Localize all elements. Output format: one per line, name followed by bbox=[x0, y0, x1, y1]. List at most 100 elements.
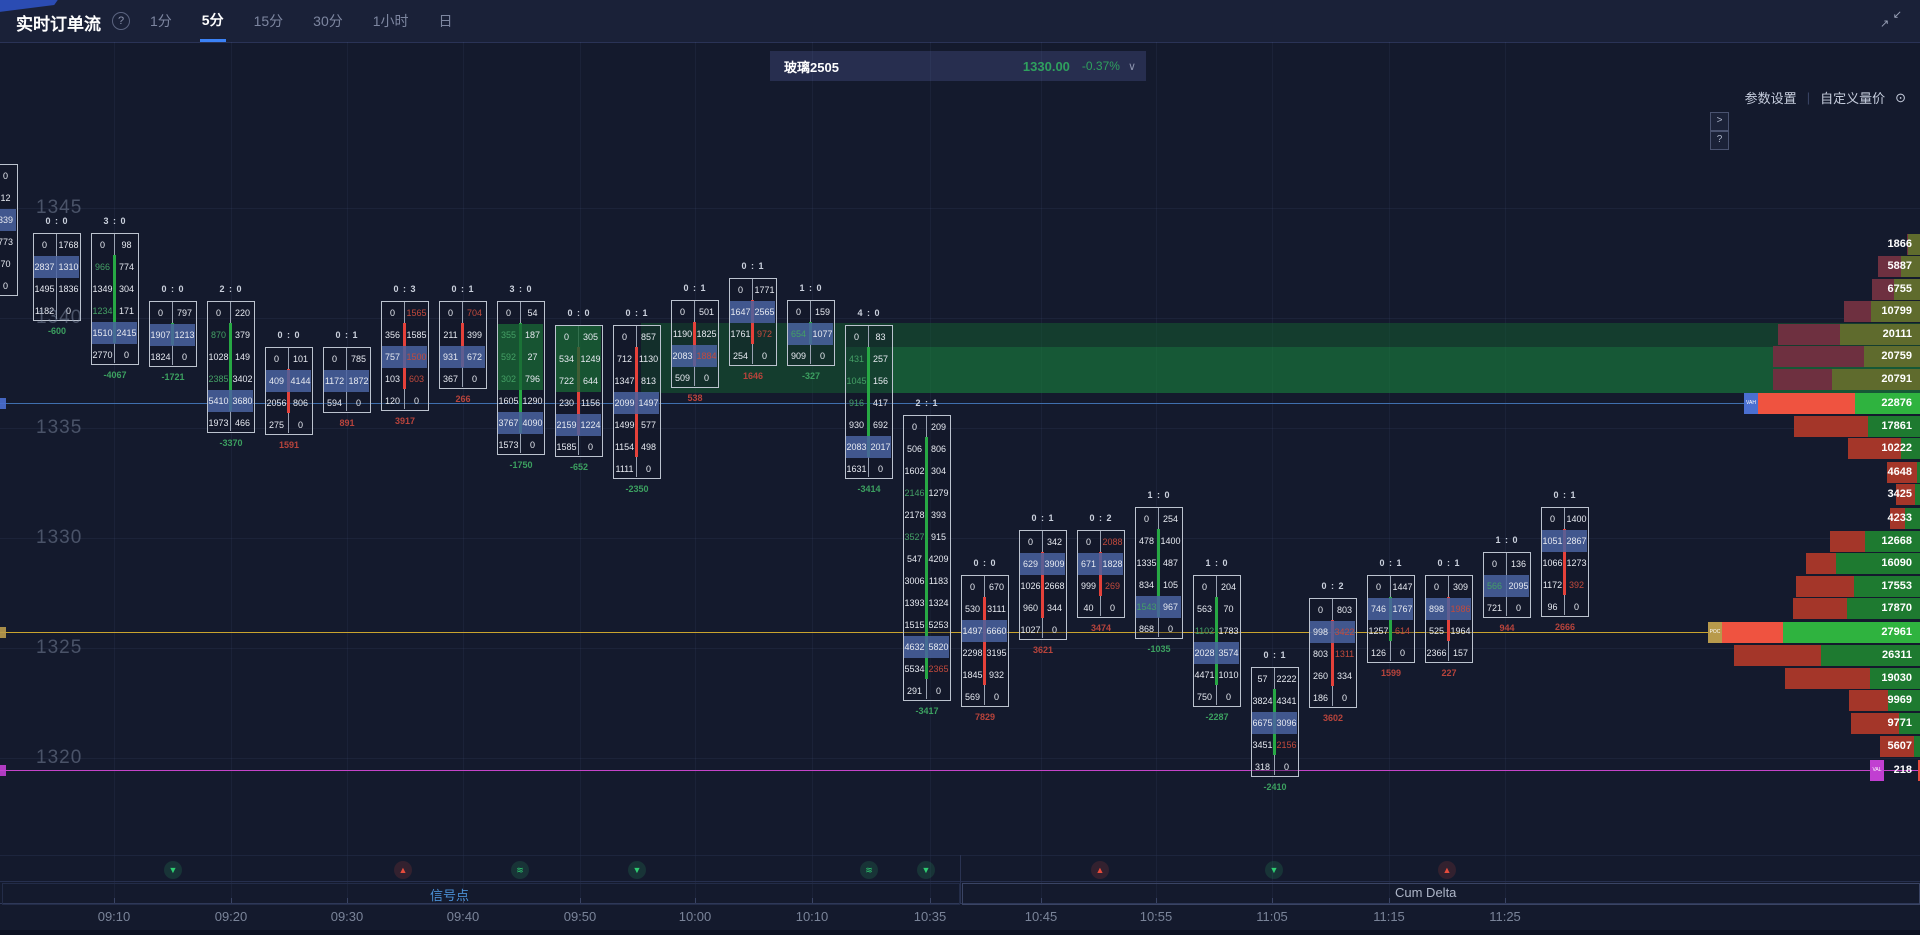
footprint-candle[interactable]: 0140010512867106612731172392960 bbox=[1541, 507, 1589, 617]
candle-row: 5474209 bbox=[904, 548, 949, 570]
footprint-candle[interactable]: 0101409414420568062750 bbox=[265, 347, 313, 435]
footprint-candle[interactable]: 013656620957210 bbox=[1483, 552, 1531, 618]
footprint-candle[interactable]: 0785117218725940 bbox=[323, 347, 371, 413]
candle-row: 4094144 bbox=[266, 370, 311, 392]
cumdelta-panel-label[interactable]: Cum Delta bbox=[1395, 885, 1456, 900]
footprint-candle[interactable]: 07042113999316723670 bbox=[439, 301, 487, 389]
candle-row: 0857 bbox=[614, 326, 659, 348]
signal-down-icon: ▼ bbox=[628, 861, 646, 879]
footprint-candle[interactable]: 0803998342280313112603341860 bbox=[1309, 598, 1357, 708]
signal-panel-label[interactable]: 信号点 bbox=[430, 885, 469, 904]
ask-cell: 156 bbox=[870, 370, 891, 392]
candle-row: 5940 bbox=[324, 392, 369, 414]
ask-cell: 0 bbox=[116, 344, 137, 366]
candle-row: 2056806 bbox=[266, 392, 311, 414]
ask-cell: 1771 bbox=[754, 279, 775, 301]
level-line-endcap bbox=[0, 627, 6, 638]
ask-cell: 70 bbox=[1218, 598, 1239, 620]
ask-cell: 1324 bbox=[928, 592, 949, 614]
footprint-candle[interactable]: 0857712113013478132099149714995771154498… bbox=[613, 325, 661, 479]
footprint-candle[interactable]: 02544781400133548783410515439678680 bbox=[1135, 507, 1183, 639]
candle-delta-total: 1646 bbox=[723, 371, 783, 381]
bid-cell: 2385 bbox=[208, 368, 229, 390]
bid-cell: 998 bbox=[1310, 621, 1331, 643]
bid-cell: 0 bbox=[150, 302, 171, 324]
ask-cell: 0 bbox=[406, 390, 427, 412]
candle-row: 916417 bbox=[846, 392, 891, 414]
bid-cell: 1257 bbox=[1368, 620, 1389, 642]
candle-row: 7121130 bbox=[614, 348, 659, 370]
imbalance-header: 1 : 0 bbox=[1477, 535, 1537, 545]
ask-cell: 0 bbox=[348, 392, 369, 414]
candle-row: 0101 bbox=[266, 348, 311, 370]
footprint-candle[interactable]: 06705303111149766602298319518459325690 bbox=[961, 575, 1009, 707]
bid-cell: 120 bbox=[382, 390, 403, 412]
bid-cell: 2083 bbox=[672, 345, 693, 367]
candle-delta-total: 2666 bbox=[1535, 622, 1595, 632]
footprint-candle[interactable]: 050111901825208318845090 bbox=[671, 300, 719, 388]
footprint-candle[interactable]: 015965410779090 bbox=[787, 300, 835, 366]
footprint-candle[interactable]: 0220870379102814923853402541036801973466 bbox=[207, 301, 255, 433]
profile-sell-bar bbox=[1758, 393, 1855, 414]
footprint-candle[interactable]: 07971907121318240 bbox=[149, 301, 197, 367]
footprint-candle[interactable]: 020886711828999269400 bbox=[1077, 530, 1125, 618]
profile-sell-bar bbox=[1773, 346, 1864, 367]
bid-cell: 0 bbox=[788, 301, 809, 323]
footprint-candle[interactable]: 0543551875922730279616051290376740901573… bbox=[497, 301, 545, 455]
candle-row: 0 bbox=[0, 165, 16, 187]
footprint-candle[interactable]: 0305534124972264423011562159122415850 bbox=[555, 325, 603, 457]
footprint-candle[interactable]: 0309898198652519642366157 bbox=[1425, 575, 1473, 663]
candle-row: 44711010 bbox=[1194, 664, 1239, 686]
profile-value: 9969 bbox=[1888, 690, 1912, 711]
bid-cell: 3451 bbox=[1252, 734, 1273, 756]
footprint-candle[interactable]: 034262939091026266896034410270 bbox=[1019, 530, 1067, 640]
ask-cell: 342 bbox=[1044, 531, 1065, 553]
footprint-candle[interactable]: 098966774134930412341711510241527700 bbox=[91, 233, 139, 365]
collapse-panel-button[interactable]: > bbox=[1710, 112, 1729, 131]
ask-cell: 187 bbox=[522, 324, 543, 346]
profile-sell-bar bbox=[1806, 553, 1836, 574]
candle-row: 2366157 bbox=[1426, 642, 1471, 664]
profile-value: 17870 bbox=[1881, 598, 1912, 619]
candle-row: 0 bbox=[0, 275, 16, 297]
time-axis-label: 09:50 bbox=[564, 909, 597, 924]
candle-row: 2910 bbox=[904, 680, 949, 702]
profile-sell-bar bbox=[1796, 576, 1854, 597]
bid-cell: 4471 bbox=[1194, 664, 1215, 686]
price-axis-label: 1345 bbox=[36, 197, 82, 219]
bid-cell: 186 bbox=[1310, 687, 1331, 709]
candle-row: 55342365 bbox=[904, 658, 949, 680]
bid-cell: 1907 bbox=[150, 324, 171, 346]
profile-sell-bar bbox=[1734, 645, 1822, 666]
profile-sell-bar bbox=[1794, 416, 1869, 437]
ask-cell: 1010 bbox=[1218, 664, 1239, 686]
ask-cell: 672 bbox=[464, 346, 485, 368]
footprint-candle[interactable]: 017711647256517619722540 bbox=[729, 278, 777, 366]
candle-row: 5690 bbox=[962, 686, 1007, 708]
candle-row: 70 bbox=[0, 253, 16, 275]
ask-cell: 1213 bbox=[174, 324, 195, 346]
imbalance-header: 0 : 1 bbox=[433, 284, 493, 294]
footprint-candle[interactable]: 5722223824434166753096345121563180 bbox=[1251, 667, 1299, 777]
footprint-candle[interactable]: 01447746176712576141260 bbox=[1367, 575, 1415, 663]
profile-value: 20111 bbox=[1883, 324, 1912, 345]
bid-cell: 1585 bbox=[556, 436, 577, 458]
candle-row: 302796 bbox=[498, 368, 543, 390]
ask-cell: 1828 bbox=[1102, 553, 1123, 575]
ask-cell: 6660 bbox=[986, 620, 1007, 642]
profile-value: 9771 bbox=[1888, 713, 1912, 734]
ask-cell: 254 bbox=[1160, 508, 1181, 530]
signal-absorb-icon: ≋ bbox=[860, 861, 878, 879]
footprint-candle[interactable]: 01565356158575715001036031200 bbox=[381, 301, 429, 411]
bid-cell: 431 bbox=[846, 348, 867, 370]
panel-help-button[interactable]: ? bbox=[1710, 131, 1729, 150]
bid-cell: 1026 bbox=[1020, 575, 1041, 597]
footprint-candle[interactable]: 0209506806160230421461279217839335279155… bbox=[903, 415, 951, 701]
footprint-candle[interactable]: 0834312571045156916417930692208320171631… bbox=[845, 325, 893, 479]
panel-divider bbox=[960, 855, 961, 903]
profile-value: 17861 bbox=[1881, 416, 1912, 437]
footprint-candle[interactable]: 012339773700 bbox=[0, 164, 18, 296]
footprint-candle[interactable]: 0204563701102178320283574447110107500 bbox=[1193, 575, 1241, 707]
imbalance-header: 1 : 0 bbox=[1129, 490, 1189, 500]
profile-sell-bar bbox=[1773, 369, 1832, 390]
